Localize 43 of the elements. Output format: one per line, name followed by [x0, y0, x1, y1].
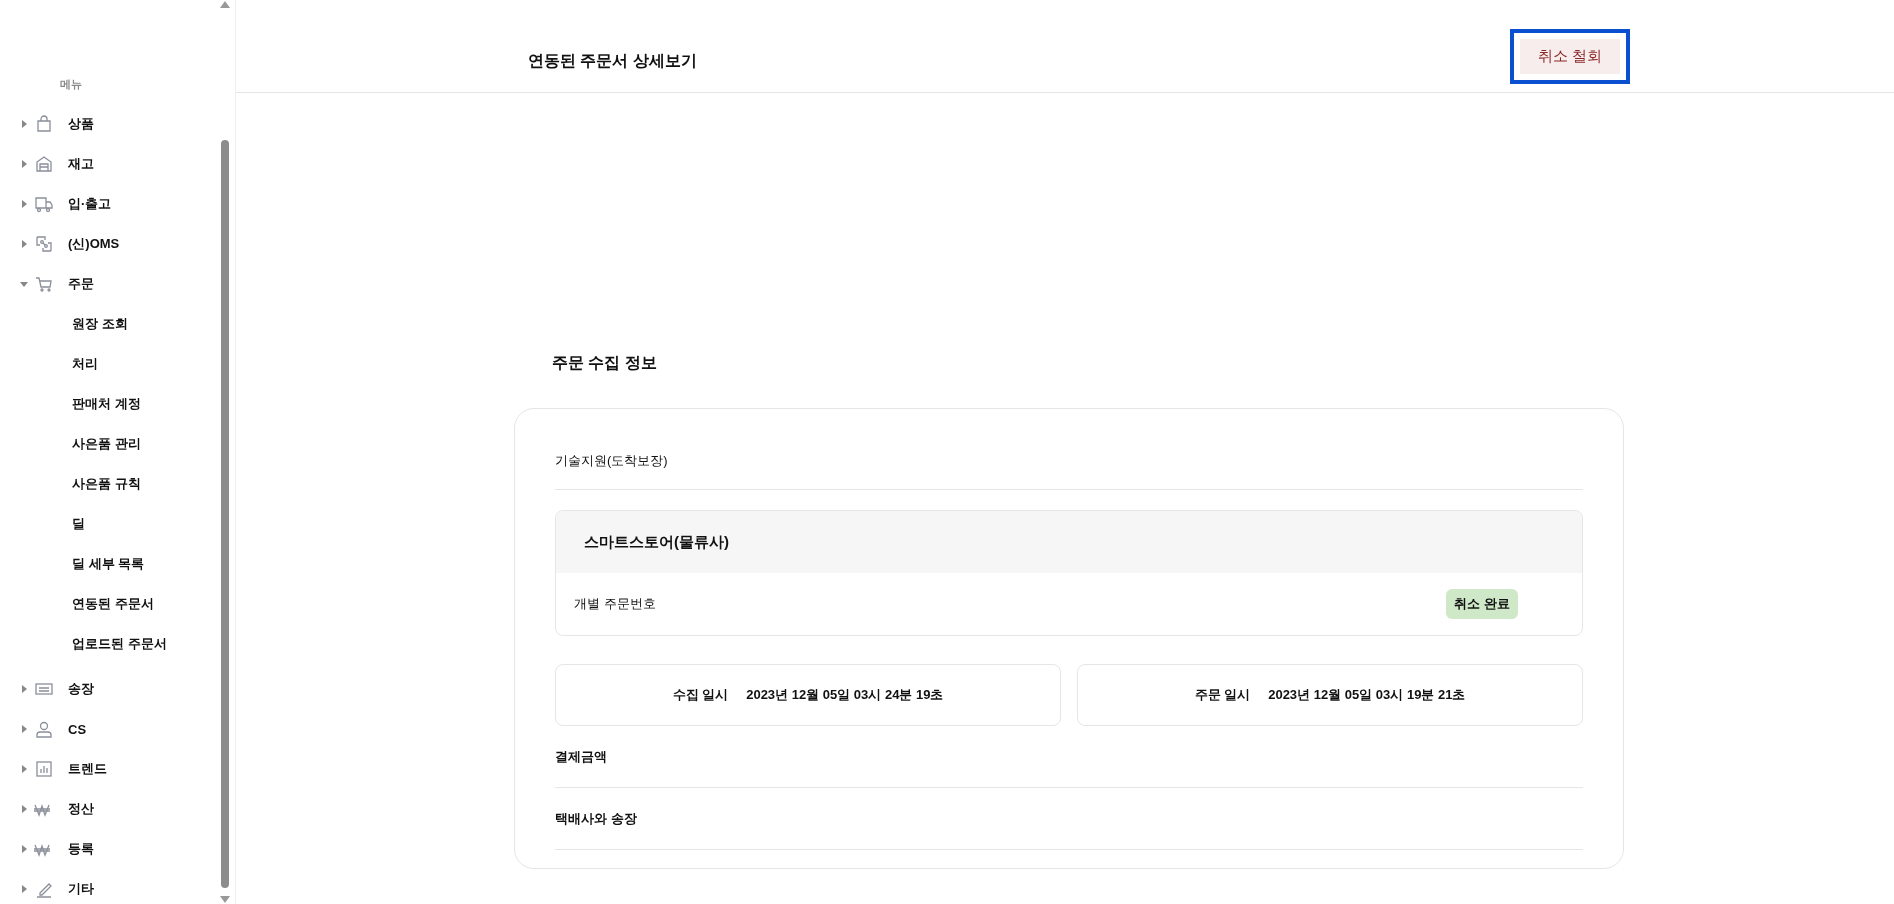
truck-icon	[34, 194, 54, 214]
sidebar-item[interactable]: 송장	[0, 669, 219, 709]
sidebar-item[interactable]: 입·출고	[0, 184, 219, 224]
sidebar-subitem[interactable]: 딜 세부 목록	[0, 544, 219, 584]
sidebar-item[interactable]: 정산	[0, 789, 219, 829]
date-value: 2023년 12월 05일 03시 24분 19초	[746, 686, 944, 704]
sidebar-subitem[interactable]: 처리	[0, 344, 219, 384]
date-label: 주문 일시	[1194, 686, 1251, 704]
sidebar-item[interactable]: 기타	[0, 869, 219, 904]
sidebar-item[interactable]: 재고	[0, 144, 219, 184]
sidebar-item[interactable]: 상품	[0, 104, 219, 144]
sidebar-subitem[interactable]: 업로드된 주문서	[0, 624, 219, 664]
section-title: 주문 수집 정보	[551, 353, 658, 373]
page-title: 연동된 주문서 상세보기	[528, 50, 697, 71]
cart-icon	[34, 274, 54, 294]
sidebar-item[interactable]: 트렌드	[0, 749, 219, 789]
status-badge: 취소 완료	[1446, 589, 1518, 619]
row-label: 결제금액	[555, 747, 607, 766]
order-number-label: 개별 주문번호	[574, 595, 656, 613]
row-label: 택배사와 송장	[555, 809, 637, 828]
sidebar-subitem[interactable]: 딜	[0, 504, 219, 544]
scroll-up-icon[interactable]	[220, 0, 230, 8]
category-label: 기술지원(도착보장)	[555, 433, 1583, 490]
scrollbar-thumb[interactable]	[221, 140, 229, 888]
person-icon	[34, 719, 54, 739]
shopping-bag-icon	[34, 114, 54, 134]
sidebar-subitem[interactable]: 판매처 계정	[0, 384, 219, 424]
store-name: 스마트스토어(물류사)	[556, 511, 1582, 573]
sidebar-item[interactable]: 주문	[0, 264, 219, 304]
sidebar-subitem[interactable]: 사은품 관리	[0, 424, 219, 464]
date-label: 수집 일시	[672, 686, 729, 704]
sidebar-item[interactable]: (신)OMS	[0, 224, 219, 264]
sidebar-subitem[interactable]: 사은품 규칙	[0, 464, 219, 504]
menu-heading: 메뉴	[59, 77, 83, 92]
sidebar-item[interactable]: CS	[0, 709, 219, 749]
sidebar-subitem[interactable]: 연동된 주문서	[0, 584, 219, 624]
warehouse-icon	[34, 154, 54, 174]
bar-chart-icon	[34, 759, 54, 779]
scroll-down-icon[interactable]	[220, 896, 230, 904]
date-value: 2023년 12월 05일 03시 19분 21초	[1268, 686, 1466, 704]
sidebar-subitem[interactable]: 원장 조회	[0, 304, 219, 344]
withdraw-cancel-button[interactable]: 취소 철회	[1509, 28, 1630, 84]
sidebar-item[interactable]: 등록	[0, 829, 219, 869]
